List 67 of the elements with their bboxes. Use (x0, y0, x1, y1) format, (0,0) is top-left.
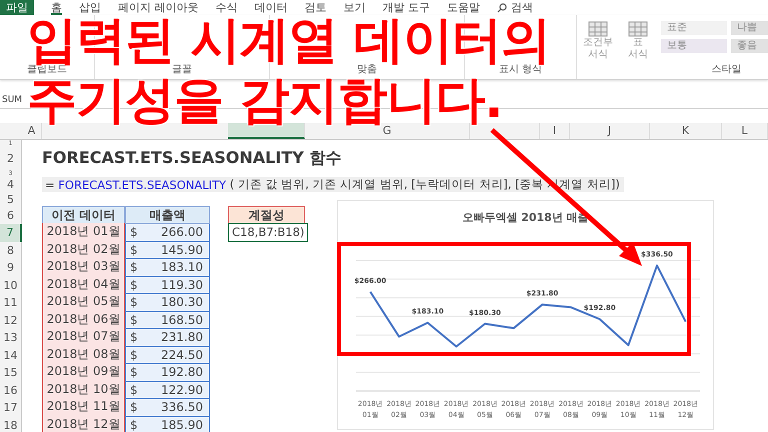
date-cell: 2018년 11월 (42, 398, 125, 416)
sheet-title: FORECAST.ETS.SEASONALITY 함수 (42, 148, 342, 169)
search-button[interactable]: 검색 (497, 0, 533, 15)
date-cell: 2018년 07월 (42, 328, 125, 346)
ribbon-tab[interactable]: 데이터 (254, 0, 288, 15)
row-number[interactable]: 9 (0, 259, 22, 276)
row-number[interactable]: 11 (0, 294, 22, 312)
row-number[interactable]: 16 (0, 382, 22, 399)
amount-cell: $ 119.30 (125, 276, 210, 294)
formula-cell[interactable]: C18,B7:B18) (228, 223, 308, 242)
date-cell: 2018년 01월 (42, 223, 125, 242)
ribbon-tab[interactable]: 개발 도구 (382, 0, 430, 15)
ribbon-tab[interactable]: 수식 (216, 0, 238, 15)
row-number[interactable]: 4 (0, 177, 22, 192)
column-heading: 이전 데이터 (42, 206, 125, 224)
row-number[interactable]: 18 (0, 416, 22, 432)
group-label: 클립보드 (26, 64, 67, 77)
table-grid-icon (588, 21, 608, 37)
table-grid-icon (628, 21, 648, 37)
amount-cell: $ 185.90 (125, 416, 210, 432)
row-number[interactable]: 15 (0, 364, 22, 382)
caption-text: 주기성을 감지합니다. (27, 77, 502, 123)
column-header[interactable]: I (540, 123, 570, 139)
row-number[interactable]: 14 (0, 346, 22, 364)
search-icon (497, 2, 507, 12)
row-number[interactable]: 7 (0, 224, 22, 242)
column-header[interactable]: J (570, 123, 650, 139)
ribbon-tab[interactable]: 보기 (344, 0, 366, 15)
ribbon-tab[interactable]: 삽입 (79, 0, 101, 15)
row-number[interactable]: 12 (0, 312, 22, 329)
date-cell: 2018년 09월 (42, 363, 125, 382)
column-header[interactable]: A (22, 123, 42, 139)
row-number[interactable]: 13 (0, 329, 22, 346)
group-label: 맞춤 (357, 64, 377, 77)
column-header[interactable]: L (722, 123, 768, 139)
amount-cell: $ 336.50 (125, 399, 210, 416)
row-number[interactable]: 8 (0, 242, 22, 259)
amount-cell: $ 192.80 (125, 364, 210, 382)
row-number[interactable]: 2 (0, 147, 22, 170)
ribbon-tab[interactable]: 도움말 (447, 0, 480, 15)
name-box[interactable]: SUM (0, 95, 24, 105)
date-cell: 2018년 12월 (42, 416, 125, 432)
date-cell: 2018년 05월 (42, 293, 125, 312)
row-number[interactable]: 5 (0, 192, 22, 207)
amount-cell: $ 183.10 (125, 259, 210, 276)
row-number[interactable]: 6 (0, 207, 22, 224)
group-label: 글꼴 (171, 64, 192, 77)
group-label: 스타일 (710, 63, 742, 77)
amount-cell: $ 231.80 (125, 329, 210, 346)
amount-cell: $ 168.50 (125, 312, 210, 329)
row-number[interactable]: 17 (0, 399, 22, 416)
amount-cell: $ 180.30 (125, 294, 210, 312)
ribbon-tab[interactable]: 페이지 레이아웃 (118, 0, 198, 15)
amount-cell: $ 122.90 (125, 382, 210, 399)
ribbon-tab[interactable]: 검토 (304, 0, 326, 15)
caption-text: 입력된 시계열 데이터의 (27, 17, 550, 63)
ribbon-tab[interactable]: 홈 (51, 0, 62, 15)
column-heading: 계절성 (228, 206, 305, 224)
row-number[interactable]: 10 (0, 276, 22, 294)
column-header[interactable]: K (650, 123, 722, 139)
amount-cell: $ 145.90 (125, 242, 210, 259)
column-heading: 매출액 (125, 206, 210, 224)
amount-cell: $ 266.00 (125, 224, 210, 242)
date-cell: 2018년 03월 (42, 258, 125, 276)
amount-cell: $ 224.50 (125, 346, 210, 364)
ribbon-tab[interactable]: 파일 (0, 0, 34, 15)
group-label: 표시 형식 (498, 64, 542, 77)
